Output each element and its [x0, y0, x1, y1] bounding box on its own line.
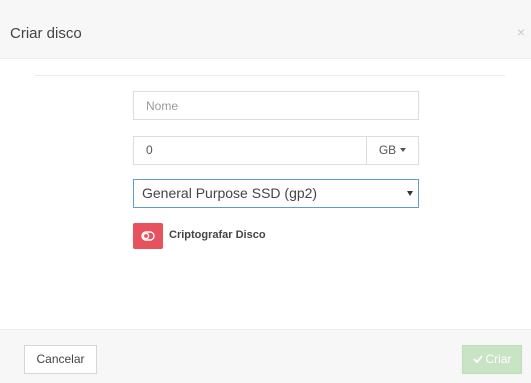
volume-type-select[interactable]: General Purpose SSD (gp2): [133, 179, 419, 208]
name-field: [133, 91, 419, 120]
size-field: GB: [133, 136, 419, 165]
size-input[interactable]: [134, 137, 367, 164]
name-input[interactable]: [134, 92, 418, 119]
create-button[interactable]: Criar: [462, 345, 522, 374]
toggle-off-icon: [141, 231, 155, 241]
divider: [35, 75, 505, 76]
encrypt-toggle[interactable]: [133, 223, 163, 249]
caret-down-icon: [407, 191, 413, 196]
unit-dropdown-button[interactable]: GB: [366, 137, 418, 164]
caret-down-icon: [400, 148, 407, 152]
create-button-label: Criar: [485, 352, 512, 366]
modal-footer: Cancelar Criar: [0, 329, 531, 383]
unit-label: GB: [378, 143, 397, 157]
encrypt-label: Criptografar Disco: [169, 229, 266, 241]
create-disk-modal: Criar disco × GB General Purpose SSD (gp…: [0, 0, 531, 383]
close-icon[interactable]: ×: [514, 25, 528, 39]
cancel-button[interactable]: Cancelar: [24, 345, 97, 374]
check-icon: [472, 346, 483, 373]
modal-header: Criar disco ×: [0, 0, 531, 59]
modal-title: Criar disco: [10, 25, 82, 42]
volume-type-value: General Purpose SSD (gp2): [142, 185, 318, 201]
